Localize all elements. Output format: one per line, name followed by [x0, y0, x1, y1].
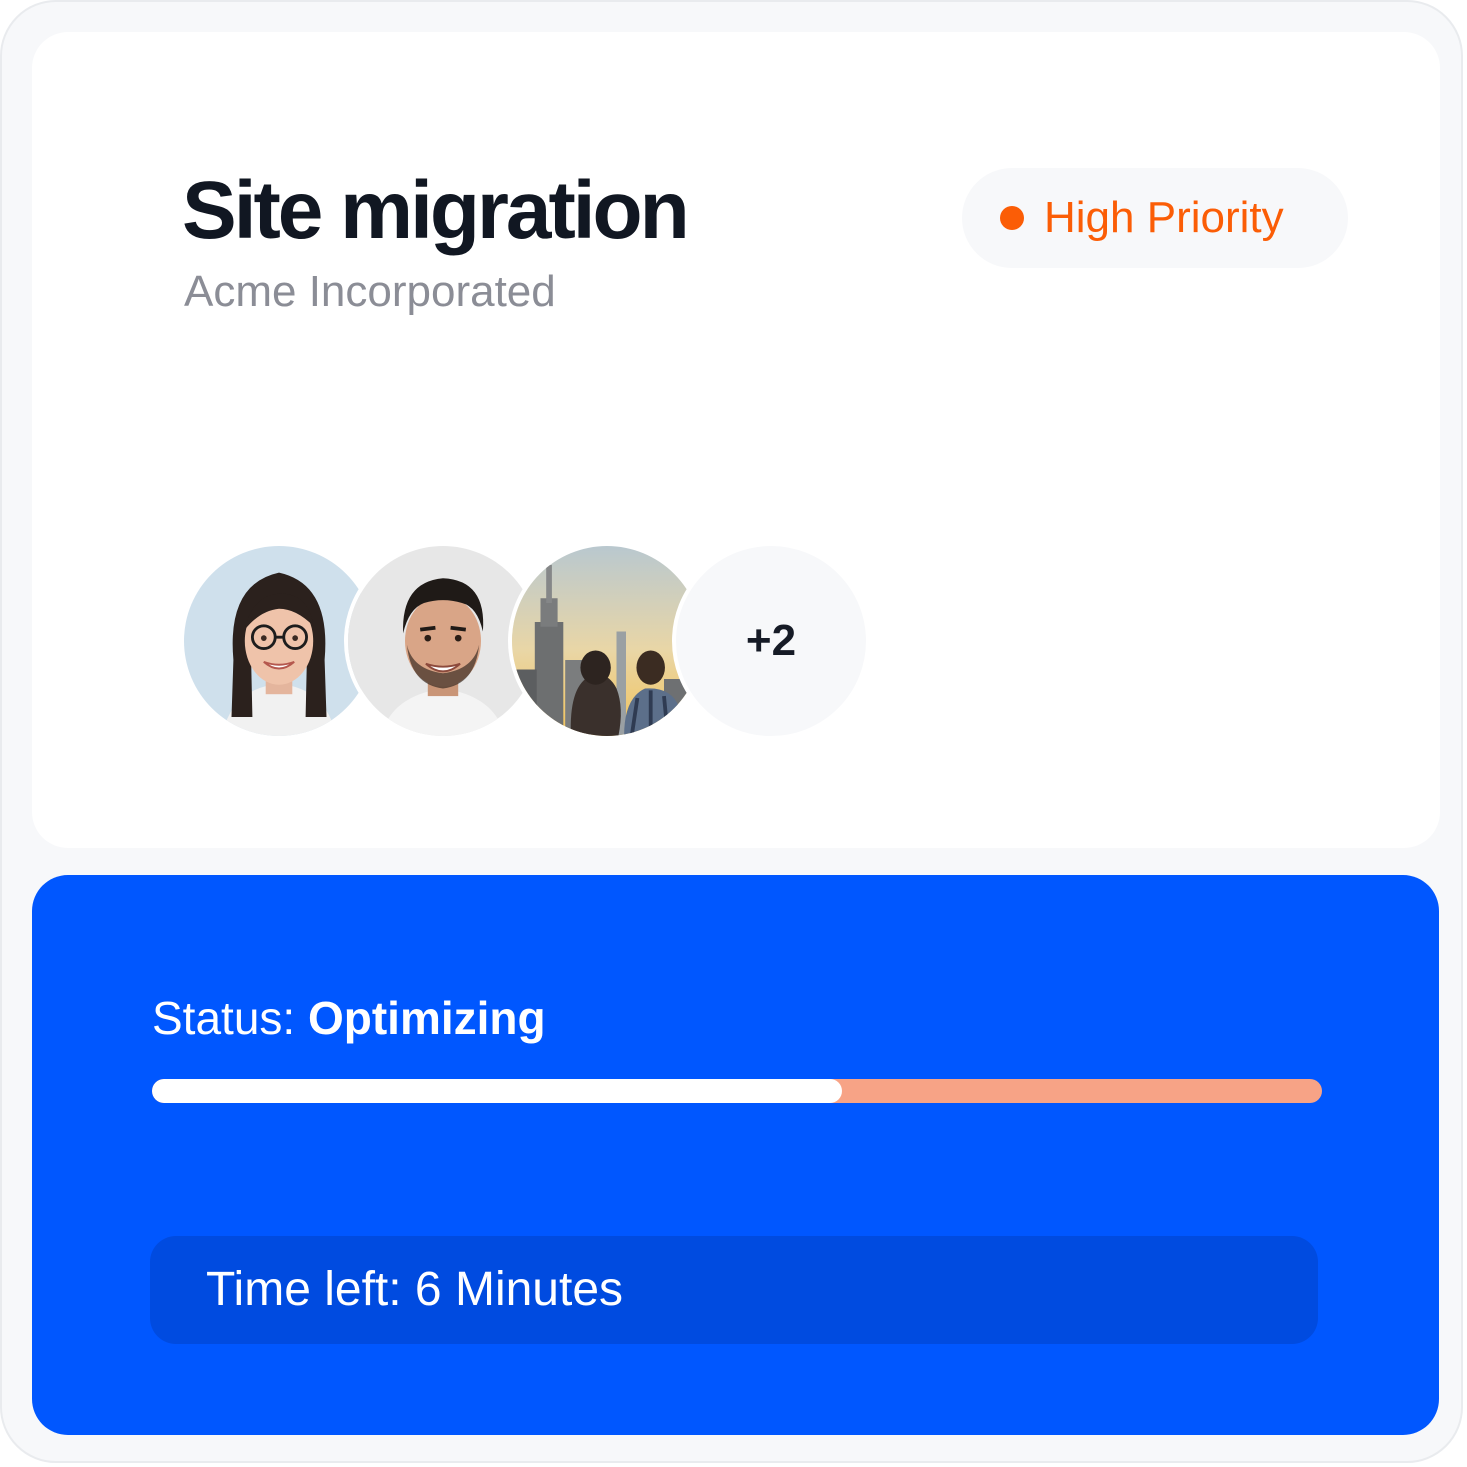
status-prefix: Status:	[152, 992, 308, 1044]
more-assignees-button[interactable]: +2	[672, 542, 870, 740]
task-header-card: Site migration Acme Incorporated High Pr…	[32, 32, 1440, 848]
progress-bar-fill	[152, 1079, 843, 1103]
time-left-label: Time left: 6 Minutes	[206, 1263, 624, 1316]
task-card-frame: Site migration Acme Incorporated High Pr…	[0, 0, 1463, 1463]
priority-label: High Priority	[1044, 193, 1284, 242]
task-title: Site migration	[182, 165, 690, 256]
status-panel: Status: Optimizing Time left: 6 Minutes	[32, 875, 1439, 1435]
client-name: Acme Incorporated	[184, 267, 556, 316]
assignee-avatar-group: +2	[180, 542, 880, 742]
priority-dot-icon	[1000, 206, 1024, 230]
progress-bar	[152, 1079, 1322, 1103]
priority-badge[interactable]: High Priority	[962, 168, 1348, 268]
time-left-box: Time left: 6 Minutes	[150, 1236, 1318, 1344]
status-value: Optimizing	[307, 992, 546, 1044]
status-line: Status: Optimizing	[152, 995, 546, 1041]
